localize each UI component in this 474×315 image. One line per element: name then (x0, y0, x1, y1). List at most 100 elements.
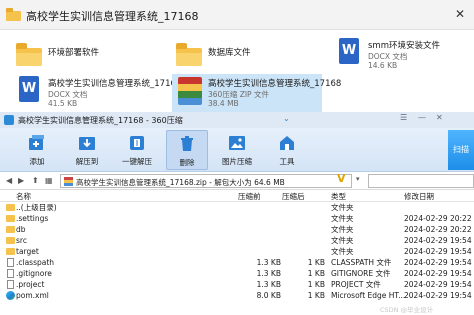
column-date[interactable]: 修改日期 (404, 191, 434, 202)
word-doc-icon: W (19, 76, 39, 102)
row-compressed-size: 1 KB (307, 291, 325, 300)
file-item-zip[interactable]: 高校学生实训信息管理系统_17168 360压缩 ZIP 文件 38.4 MB (172, 74, 341, 112)
extract-to-button[interactable]: 解压到 (66, 130, 108, 170)
delete-label: 删除 (179, 158, 195, 167)
file-item-smm-doc[interactable]: W smm环境安装文件 DOCX 文档 14.6 KB (336, 38, 472, 74)
row-date: 2024-02-29 19:54 (404, 291, 472, 300)
address-text: 高校学生实训信息管理系统_17168.zip - 解包大小为 64.6 MB (76, 178, 285, 187)
file-item-docx[interactable]: W 高校学生实训信息管理系统_17168 DOCX 文档 41.5 KB (16, 76, 181, 112)
row-name: db (16, 225, 26, 234)
column-name[interactable]: 名称 (16, 191, 31, 202)
row-name: src (16, 236, 27, 245)
add-label: 添加 (29, 157, 45, 166)
menu-icon[interactable]: ☰ (400, 113, 407, 122)
extract-to-icon (79, 137, 95, 150)
row-type: 文件夹 (331, 203, 354, 212)
zip-title-bar: 高校学生实训信息管理系统_17168 - 360压缩 ⌄ ☰ — ✕ (0, 112, 474, 128)
address-field[interactable]: 高校学生实训信息管理系统_17168.zip - 解包大小为 64.6 MB (60, 174, 352, 188)
column-compressed-size[interactable]: 压缩后 (282, 191, 305, 202)
row-date: 2024-02-29 19:54 (404, 258, 472, 267)
row-date: 2024-02-29 20:22 (404, 225, 472, 234)
file-name: 高校学生实训信息管理系统_17168 (208, 79, 342, 89)
row-compressed-size: 1 KB (307, 280, 325, 289)
chevron-down-icon[interactable]: ▾ (356, 175, 360, 183)
row-type: PROJECT 文件 (331, 280, 381, 289)
one-click-extract-label: 一键解压 (122, 157, 152, 166)
row-compressed-size: 1 KB (307, 258, 325, 267)
verify-icon[interactable]: V (337, 172, 346, 185)
one-click-extract-button[interactable]: 一键解压 (116, 130, 158, 170)
up-icon[interactable]: ⬆ (32, 176, 39, 185)
extract-to-label: 解压到 (75, 157, 99, 166)
address-bar: ◀ ▶ ⬆ ▦ 高校学生实训信息管理系统_17168.zip - 解包大小为 6… (0, 172, 474, 190)
row-type: Microsoft Edge HT... (331, 291, 406, 300)
table-row[interactable]: target 文件夹 2024-02-29 19:54 (0, 246, 474, 257)
close-icon[interactable]: ✕ (452, 6, 468, 22)
row-type: GITIGNORE 文件 (331, 269, 391, 278)
file-name: 数据库文件 (208, 48, 251, 58)
row-type: 文件夹 (331, 214, 354, 223)
row-compressed-size: 1 KB (307, 269, 325, 278)
app-icon (4, 115, 14, 125)
add-icon (29, 135, 44, 150)
tools-label: 工具 (279, 157, 295, 166)
row-name: .settings (16, 214, 49, 223)
tools-icon (280, 136, 294, 150)
parent-folder-icon (6, 204, 15, 211)
row-type: 文件夹 (331, 236, 354, 245)
image-compress-button[interactable]: 图片压缩 (216, 130, 258, 170)
row-date: 2024-02-29 19:54 (404, 269, 472, 278)
table-row[interactable]: .classpath 1.3 KB 1 KB CLASSPATH 文件 2024… (0, 257, 474, 268)
explorer-title-bar: 高校学生实训信息管理系统_17168 ✕ (0, 0, 474, 30)
folder-item-db[interactable]: 数据库文件 (176, 42, 326, 78)
column-size[interactable]: 压缩前 (238, 191, 261, 202)
chevron-down-icon[interactable]: ⌄ (283, 114, 290, 123)
image-compress-label: 图片压缩 (222, 157, 252, 166)
zip-window: 高校学生实训信息管理系统_17168 - 360压缩 ⌄ ☰ — ✕ 添加 解压… (0, 112, 474, 315)
row-name: .gitignore (16, 269, 52, 278)
file-size: 14.6 KB (368, 61, 398, 70)
table-row[interactable]: db 文件夹 2024-02-29 20:22 (0, 224, 474, 235)
tools-button[interactable]: 工具 (266, 130, 308, 170)
file-list: ..(上级目录) 文件夹 .settings 文件夹 2024-02-29 20… (0, 202, 474, 301)
file-icon (7, 269, 14, 278)
zip-archive-icon (178, 77, 202, 105)
file-list-header: 名称 压缩前 压缩后 类型 修改日期 (0, 190, 474, 202)
table-row[interactable]: .settings 文件夹 2024-02-29 20:22 (0, 213, 474, 224)
image-compress-icon (229, 136, 245, 150)
forward-icon[interactable]: ▶ (18, 176, 24, 185)
zip-toolbar: 添加 解压到 一键解压 删除 图片压缩 工具 扫描 (0, 128, 474, 172)
folder-icon (16, 43, 42, 66)
row-size: 8.0 KB (256, 291, 281, 300)
search-input[interactable] (368, 174, 474, 188)
file-name: 高校学生实训信息管理系统_17168 (48, 79, 182, 89)
edge-browser-icon (6, 291, 15, 300)
file-icon (7, 280, 14, 289)
file-name: smm环境安装文件 (368, 41, 440, 51)
table-row[interactable]: ..(上级目录) 文件夹 (0, 202, 474, 213)
close-icon[interactable]: ✕ (436, 113, 443, 122)
folder-icon (6, 237, 15, 244)
table-row[interactable]: src 文件夹 2024-02-29 19:54 (0, 235, 474, 246)
delete-button[interactable]: 删除 (166, 130, 208, 170)
minimize-icon[interactable]: — (418, 113, 426, 122)
column-type[interactable]: 类型 (331, 191, 346, 202)
row-type: CLASSPATH 文件 (331, 258, 392, 267)
back-icon[interactable]: ◀ (6, 176, 12, 185)
scan-button[interactable]: 扫描 (448, 130, 474, 170)
folder-icon (6, 8, 21, 21)
row-name: ..(上级目录) (16, 203, 57, 212)
row-date: 2024-02-29 20:22 (404, 214, 472, 223)
add-button[interactable]: 添加 (16, 130, 58, 170)
table-row[interactable]: .project 1.3 KB 1 KB PROJECT 文件 2024-02-… (0, 279, 474, 290)
row-date: 2024-02-29 19:54 (404, 236, 472, 245)
table-row[interactable]: pom.xml 8.0 KB 1 KB Microsoft Edge HT...… (0, 290, 474, 301)
folder-item-env[interactable]: 环境部署软件 (16, 42, 166, 78)
row-size: 1.3 KB (256, 258, 281, 267)
view-icon[interactable]: ▦ (45, 176, 53, 185)
file-name: 环境部署软件 (48, 48, 100, 58)
table-row[interactable]: .gitignore 1.3 KB 1 KB GITIGNORE 文件 2024… (0, 268, 474, 279)
row-name: pom.xml (16, 291, 49, 300)
row-type: 文件夹 (331, 247, 354, 256)
row-size: 1.3 KB (256, 269, 281, 278)
